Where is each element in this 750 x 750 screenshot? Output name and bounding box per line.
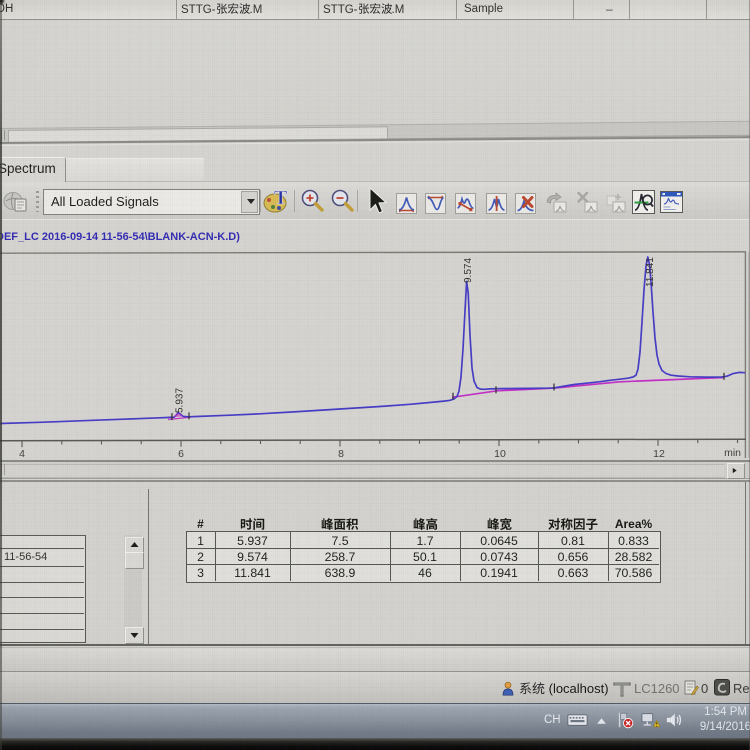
svg-text:5.937: 5.937 [175,388,186,413]
svg-text:11.841: 11.841 [645,257,656,287]
svg-text:8: 8 [338,448,344,460]
svg-text:6: 6 [178,448,184,460]
svg-text:T: T [274,187,288,209]
svg-text:10: 10 [494,448,506,460]
svg-text:12: 12 [653,448,665,460]
svg-text:9.574: 9.574 [463,258,474,283]
svg-text:4: 4 [19,448,25,460]
svg-text:min: min [724,447,741,459]
